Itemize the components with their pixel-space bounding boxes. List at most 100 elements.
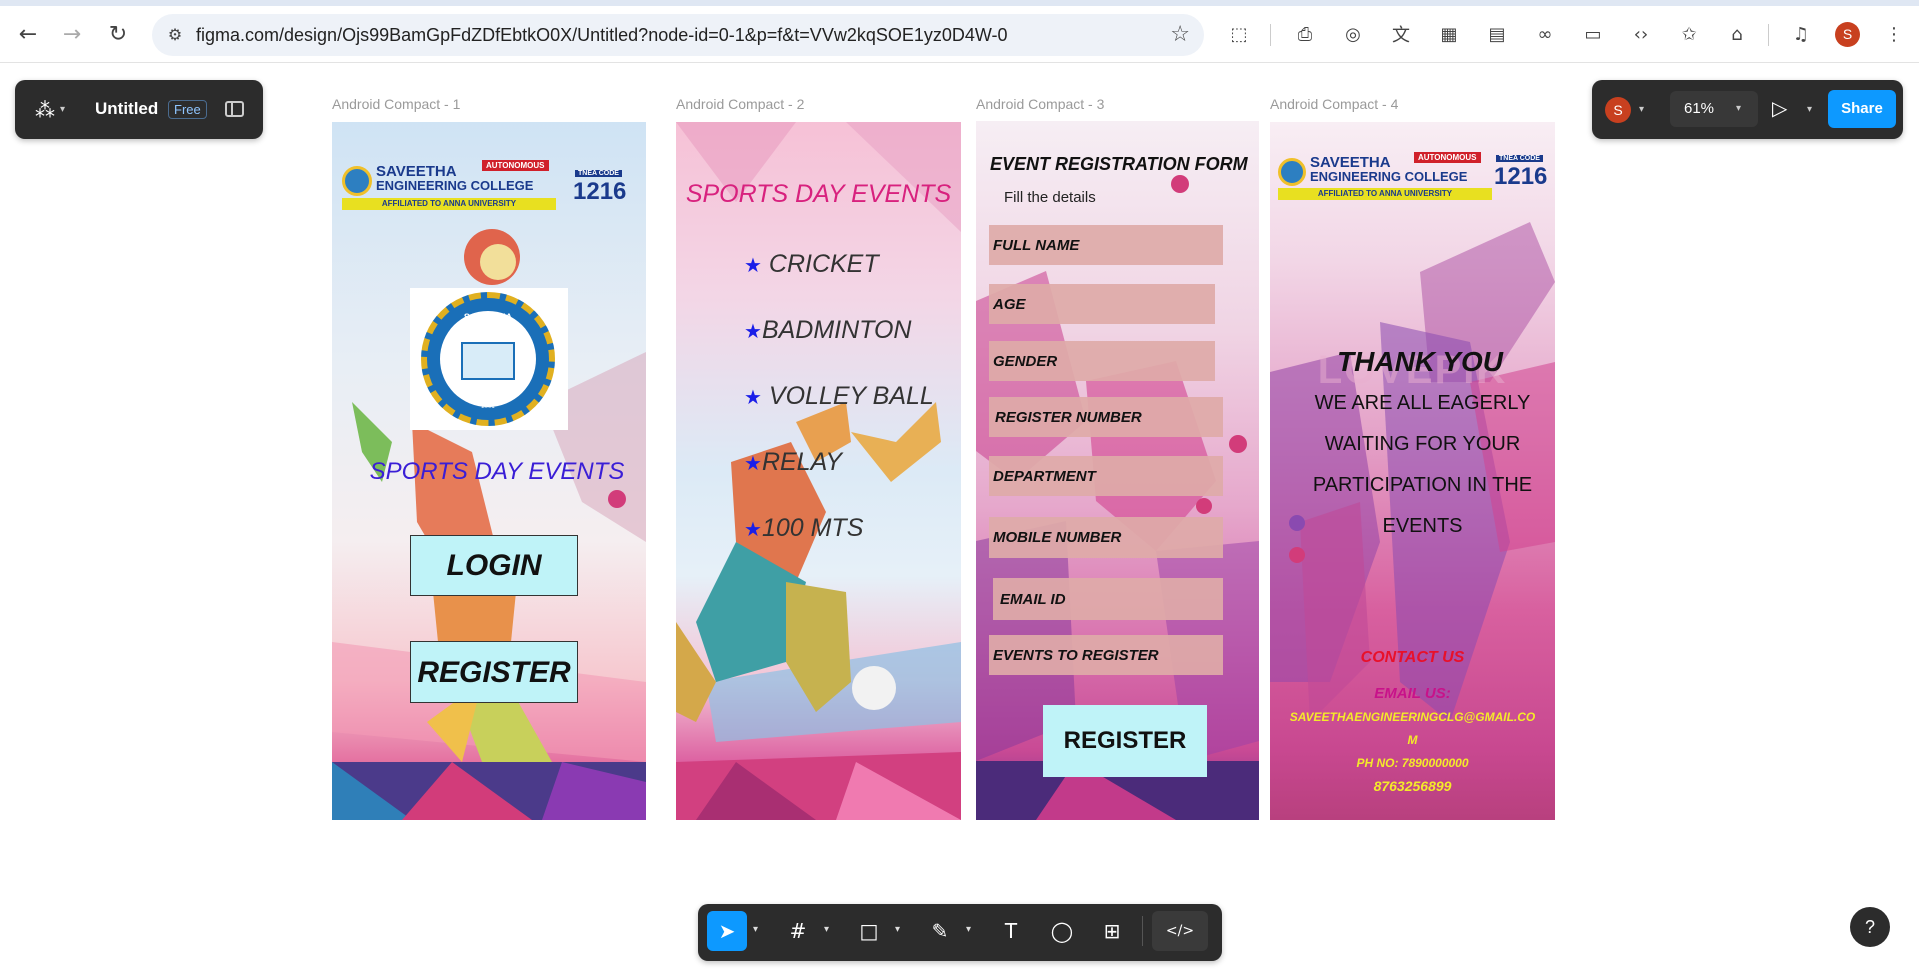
seal-year: 2001 — [481, 404, 495, 410]
help-button[interactable]: ? — [1850, 907, 1890, 947]
chevron-down-icon[interactable]: ▾ — [1639, 104, 1644, 115]
phone-number: PH NO: 7890000000 — [1356, 756, 1469, 770]
frame-android-compact-3[interactable]: EVENT REGISTRATION FORM Fill the details… — [976, 121, 1259, 820]
college-name-2: ENGINEERING COLLEGE — [1310, 169, 1468, 184]
college-seal-card: SAVEETHA ENGINEERING COLLEGE BE THE BEST… — [410, 288, 568, 430]
full-name-field[interactable]: FULL NAME — [989, 225, 1223, 265]
star-icon: ★ — [744, 517, 762, 541]
message-line: EVENTS — [1382, 515, 1463, 537]
college-emblem-icon — [1278, 158, 1306, 186]
chevron-down-icon[interactable]: ▾ — [1807, 104, 1812, 115]
browser-toolbar: ← → ↻ ⚙ figma.com/design/Ojs99BamGpFdZDf… — [0, 0, 1919, 63]
pen-tool-icon[interactable]: ✎ — [920, 911, 960, 951]
register-submit-button[interactable]: REGISTER — [1043, 705, 1207, 777]
print-icon[interactable]: ⎙ — [1291, 20, 1319, 48]
extensions-icon[interactable]: ⬚ — [1225, 20, 1253, 48]
event-item: ★BADMINTON — [744, 316, 912, 345]
reading-mode-icon[interactable]: ▤ — [1483, 20, 1511, 48]
chevron-down-icon[interactable]: ▾ — [895, 924, 900, 935]
qr-code-icon[interactable]: ▦ — [1435, 20, 1463, 48]
screen2-title: SPORTS DAY EVENTS — [685, 180, 952, 208]
department-field[interactable]: DEPARTMENT — [989, 456, 1223, 496]
favorites-icon[interactable]: ✩ — [1675, 20, 1703, 48]
message-line: PARTICIPATION IN THE — [1312, 474, 1533, 496]
text-tool-icon[interactable]: T — [991, 911, 1031, 951]
event-item: ★RELAY — [744, 448, 842, 477]
panel-toggle-icon[interactable] — [225, 101, 244, 117]
user-avatar[interactable]: S — [1605, 97, 1631, 123]
email-field[interactable]: EMAIL ID — [993, 578, 1223, 620]
college-banner: SAVEETHA ENGINEERING COLLEGE AUTONOMOUS … — [1278, 152, 1496, 204]
chevron-down-icon[interactable]: ▾ — [824, 924, 829, 935]
age-field[interactable]: AGE — [989, 284, 1215, 324]
college-emblem-icon — [342, 166, 372, 196]
event-label: VOLLEY BALL — [768, 382, 934, 410]
rectangle-tool-icon[interactable]: □ — [849, 911, 889, 951]
menu-icon[interactable]: ⋮ — [1880, 20, 1908, 48]
present-play-icon[interactable]: ▷ — [1772, 96, 1787, 120]
frame-android-compact-1[interactable]: SAVEETHA ENGINEERING COLLEGE AUTONOMOUS … — [332, 122, 646, 820]
screenshot-icon[interactable]: ◎ — [1339, 20, 1367, 48]
frame-tool-icon[interactable]: # — [778, 911, 818, 951]
profile-avatar[interactable]: S — [1835, 22, 1860, 47]
chevron-down-icon: ▾ — [1736, 103, 1742, 114]
media-icon[interactable]: ♫ — [1787, 20, 1815, 48]
star-icon: ★ — [744, 385, 762, 409]
chevron-down-icon[interactable]: ▾ — [966, 924, 971, 935]
frame-label[interactable]: Android Compact - 2 — [676, 96, 804, 112]
move-tool-icon[interactable]: ➤ — [707, 911, 747, 951]
frame-android-compact-4[interactable]: SAVEETHA ENGINEERING COLLEGE AUTONOMOUS … — [1270, 122, 1555, 820]
toolbar-right-pill: S ▾ 61% ▾ ▷ ▾ Share — [1592, 80, 1903, 139]
autonomous-badge: AUTONOMOUS — [1414, 152, 1481, 163]
contact-title: CONTACT US — [1360, 649, 1465, 666]
events-to-register-field[interactable]: EVENTS TO REGISTER — [989, 635, 1223, 675]
seal-motto: BE THE BEST — [468, 396, 508, 402]
reload-icon[interactable]: ↻ — [104, 20, 132, 48]
college-name-1: SAVEETHA — [376, 163, 457, 180]
thank-you-title: THANK YOU — [1337, 346, 1503, 377]
seal-top-text: SAVEETHA — [463, 312, 513, 322]
gender-field[interactable]: GENDER — [989, 341, 1215, 381]
college-name-2: ENGINEERING COLLEGE — [376, 178, 534, 193]
code-icon[interactable]: ‹› — [1627, 20, 1655, 48]
incognito-icon[interactable]: ⌂ — [1723, 20, 1751, 48]
email-label: EMAIL US: — [1374, 685, 1451, 702]
device-icon[interactable]: ▭ — [1579, 20, 1607, 48]
frame-label[interactable]: Android Compact - 3 — [976, 96, 1104, 112]
site-info-icon[interactable]: ⚙ — [164, 24, 186, 46]
screen1-title: SPORTS DAY EVENTS — [369, 458, 625, 485]
frame-android-compact-2[interactable]: SPORTS DAY EVENTS ★ CRICKET ★BADMINTON ★… — [676, 122, 961, 820]
event-item: ★ CRICKET — [744, 250, 879, 279]
frame-label[interactable]: Android Compact - 1 — [332, 96, 460, 112]
star-icon: ★ — [744, 451, 762, 475]
chevron-down-icon[interactable]: ▾ — [60, 104, 65, 115]
zoom-control[interactable]: 61% ▾ — [1670, 91, 1758, 127]
chevron-down-icon[interactable]: ▾ — [753, 924, 758, 935]
mobile-number-field[interactable]: MOBILE NUMBER — [989, 517, 1223, 558]
back-icon[interactable]: ← — [14, 20, 42, 48]
college-seal-icon: SAVEETHA ENGINEERING COLLEGE BE THE BEST… — [421, 292, 555, 426]
dev-mode-toggle-icon[interactable]: </> — [1152, 911, 1208, 951]
share-button[interactable]: Share — [1828, 90, 1896, 128]
bookmark-star-icon[interactable]: ☆ — [1170, 22, 1190, 47]
form-title: EVENT REGISTRATION FORM — [990, 154, 1248, 174]
translate-icon[interactable]: 文 — [1387, 20, 1415, 48]
address-bar[interactable]: ⚙ figma.com/design/Ojs99BamGpFdZDfEbtkO0… — [152, 14, 1204, 56]
file-name[interactable]: Untitled — [95, 99, 158, 119]
message-line: WE ARE ALL EAGERLY — [1314, 392, 1531, 414]
figma-logo-icon[interactable]: ⁂ — [35, 98, 55, 122]
plan-badge[interactable]: Free — [168, 100, 207, 119]
star-icon: ★ — [744, 253, 762, 277]
login-button[interactable]: LOGIN — [410, 535, 578, 596]
link-icon[interactable]: ∞ — [1531, 20, 1559, 48]
forward-icon[interactable]: → — [58, 20, 86, 48]
comment-tool-icon[interactable]: ◯ — [1042, 911, 1082, 951]
divider — [1142, 916, 1143, 946]
event-label: RELAY — [761, 448, 843, 476]
register-button[interactable]: REGISTER — [410, 641, 578, 703]
register-number-field[interactable]: REGISTER NUMBER — [989, 397, 1223, 437]
frame-label[interactable]: Android Compact - 4 — [1270, 96, 1398, 112]
event-label: BADMINTON — [761, 316, 912, 344]
seal-sub-text: ENGINEERING COLLEGE — [457, 323, 518, 329]
actions-tool-icon[interactable]: ⊞ — [1092, 911, 1132, 951]
